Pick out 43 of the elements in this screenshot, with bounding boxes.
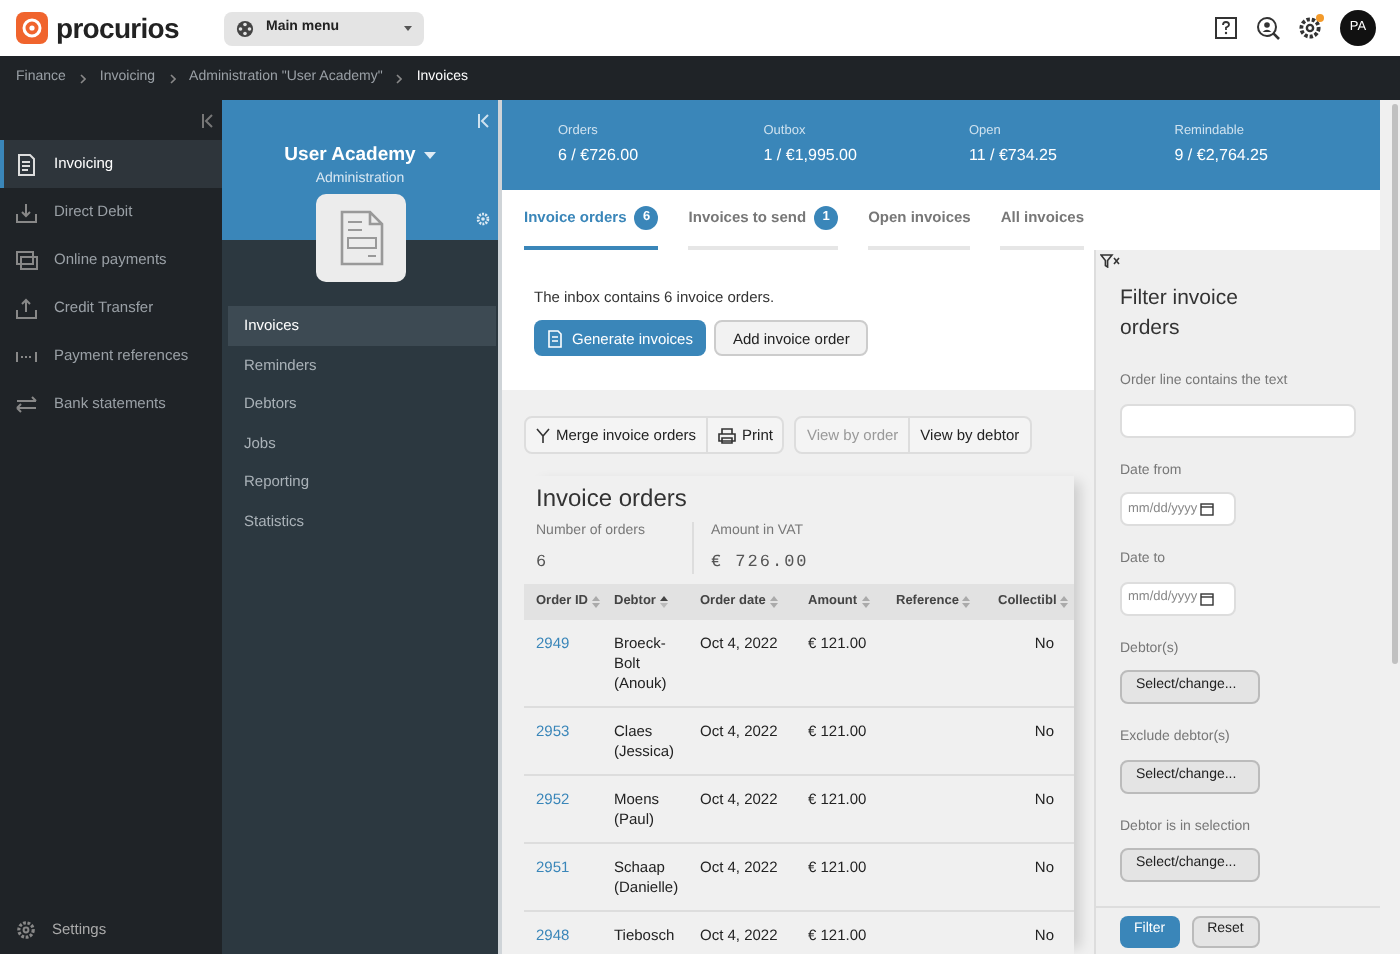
user-search-icon[interactable] — [1256, 16, 1280, 40]
caret-icon — [404, 25, 412, 31]
summary-value: 6 — [536, 549, 551, 575]
sort-ascending-icon — [659, 596, 668, 609]
sort-icon — [769, 596, 778, 609]
stat-value: 11 / €734.25 — [969, 143, 1059, 168]
stat-value: 9 / €2,764.25 — [1174, 143, 1270, 168]
logo-icon — [16, 12, 48, 44]
collapse-icon[interactable] — [202, 113, 214, 127]
gear-icon[interactable] — [476, 212, 490, 226]
stat-value: 6 / €726.00 — [558, 143, 641, 168]
document-icon — [16, 153, 38, 175]
settings-icon[interactable] — [1298, 16, 1322, 40]
gear-icon — [16, 920, 36, 940]
upload-tray-icon — [16, 297, 38, 319]
sort-icon — [861, 596, 870, 609]
caret-icon[interactable] — [423, 152, 436, 161]
sort-icon — [592, 596, 601, 609]
cards-icon — [16, 249, 38, 271]
filter-title: Filter invoice orders — [1120, 284, 1240, 344]
scrollbar-thumb[interactable] — [1392, 104, 1398, 664]
chevron-icon — [169, 73, 176, 83]
invoice-icon — [339, 210, 383, 266]
swap-arrows-icon — [16, 393, 38, 415]
film-reel-icon — [236, 19, 254, 37]
chevron-icon — [396, 73, 403, 83]
administration-title[interactable]: User Academy — [284, 142, 416, 171]
download-tray-icon — [16, 201, 38, 223]
logo-text: procurios — [56, 9, 179, 48]
filter-clear-icon[interactable] — [1100, 254, 1120, 268]
help-book-icon[interactable] — [1214, 16, 1238, 40]
sort-icon — [1060, 596, 1069, 609]
orders-title: Invoice orders — [534, 482, 689, 516]
merge-icon — [536, 427, 550, 443]
chevron-icon — [79, 73, 86, 83]
sort-icon — [962, 596, 971, 609]
text-input[interactable] — [1120, 403, 1356, 437]
document-icon — [548, 329, 562, 348]
stat-value: 1 / €1,995.00 — [763, 143, 859, 168]
summary-value: € 726.00 — [710, 549, 809, 575]
calendar-icon — [1199, 591, 1214, 605]
calendar-icon — [1199, 502, 1214, 516]
print-icon — [718, 427, 737, 443]
